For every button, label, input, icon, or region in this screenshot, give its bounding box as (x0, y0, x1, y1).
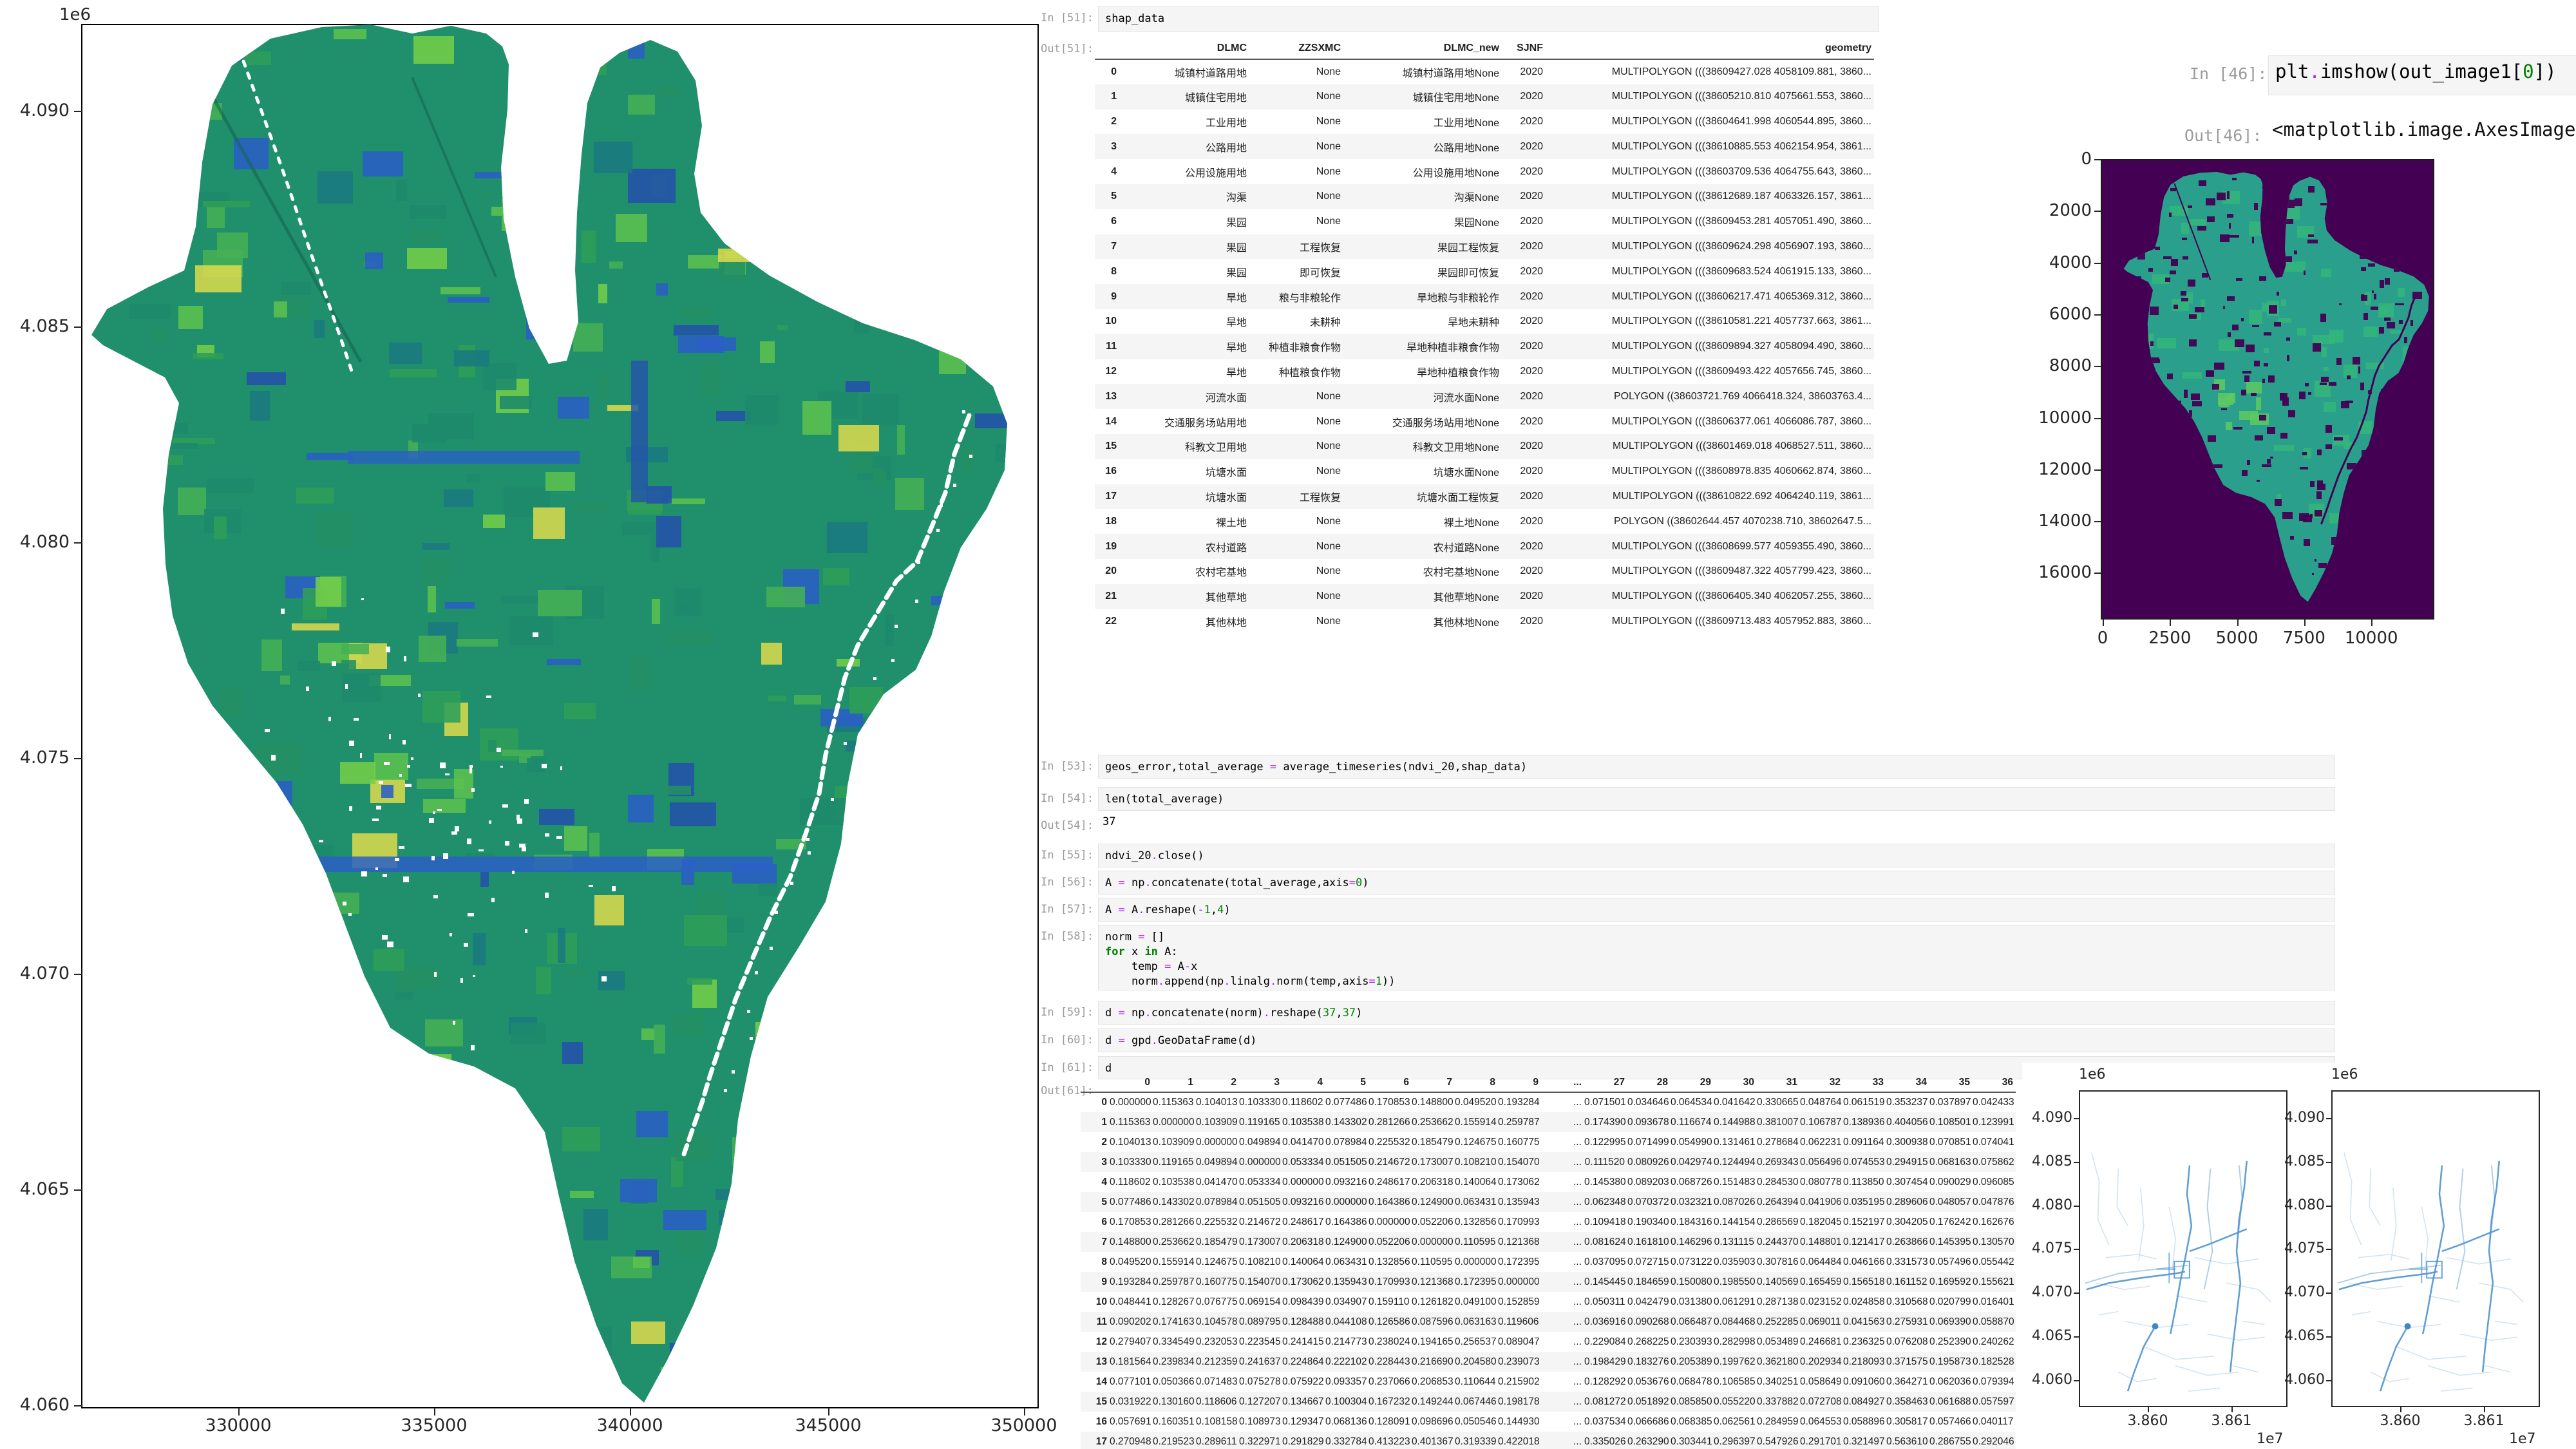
geo-plot-right-xtick-3.860: 3.860 (2371, 1413, 2429, 1429)
geo-plot-right-ytick-mark (2326, 1249, 2331, 1250)
geo-plot-left-ytick-mark (2074, 1380, 2079, 1381)
geo-plot-left-ytick-mark (2074, 1162, 2079, 1163)
geo-plot-left-roads (2080, 1092, 2286, 1406)
geo-plot-left-offset-y: 1e6 (2079, 1066, 2106, 1083)
geo-plot-right-offset-y: 1e6 (2331, 1066, 2358, 1083)
geo-plot-right-ytick-mark (2326, 1380, 2331, 1381)
geo-plot-right-ytick-4.090: 4.090 (2273, 1110, 2325, 1126)
geo-plot-left-ytick-4.070: 4.070 (2021, 1284, 2072, 1300)
geo-plot-right-ytick-mark (2326, 1293, 2331, 1294)
geo-plot-right-ytick-4.060: 4.060 (2273, 1372, 2325, 1388)
geo-plot-left-xtick-3.860: 3.860 (2119, 1413, 2177, 1429)
geo-plot-right-xtick-mark (2484, 1407, 2485, 1412)
geo-plot-right-xtick-mark (2400, 1407, 2401, 1412)
geo-plot-left-ytick-mark (2074, 1293, 2079, 1294)
geo-plot-left (2079, 1090, 2287, 1407)
geo-plot-left-ytick-4.065: 4.065 (2021, 1328, 2072, 1344)
geo-plot-left-dot (2152, 1323, 2159, 1330)
geo-plot-right-ytick-4.065: 4.065 (2273, 1328, 2325, 1344)
geo-plot-right-ytick-mark (2326, 1162, 2331, 1163)
geo-plot-right-ytick-mark (2326, 1206, 2331, 1207)
geo-plot-left-ytick-4.085: 4.085 (2021, 1153, 2072, 1170)
geo-plot-left-ytick-4.090: 4.090 (2021, 1110, 2072, 1126)
geo-plot-left-ytick-4.075: 4.075 (2021, 1240, 2072, 1256)
geo-plot-left-ytick-mark (2074, 1118, 2079, 1119)
jupyter-notebook-screenshot: 1e64.0904.0854.0804.0754.0704.0654.06033… (0, 0, 2576, 1449)
geo-plot-left-ytick-mark (2074, 1206, 2079, 1207)
geo-plot-left-ytick-mark (2074, 1249, 2079, 1250)
geo-plot-right-ytick-4.070: 4.070 (2273, 1284, 2325, 1300)
geo-plot-right-ytick-4.085: 4.085 (2273, 1153, 2325, 1170)
geo-plot-right-ytick-4.080: 4.080 (2273, 1197, 2325, 1213)
geo-plot-left-ytick-mark (2074, 1336, 2079, 1338)
geopandas-plots: 1e6 1e7 4.090 4.085 4.080 4.075 4.070 4.065 4.06… (0, 0, 2576, 1449)
geo-plot-right-dot (2405, 1323, 2411, 1330)
geo-plot-right-ytick-4.075: 4.075 (2273, 1240, 2325, 1256)
geo-plot-left-xtick-mark (2231, 1407, 2233, 1412)
geo-plot-left-xtick-3.861: 3.861 (2202, 1413, 2260, 1429)
geo-plot-right-ytick-mark (2326, 1336, 2331, 1338)
geo-plot-right (2331, 1090, 2540, 1407)
geo-plot-left-ytick-4.060: 4.060 (2021, 1372, 2072, 1388)
geo-plot-right-roads (2333, 1092, 2539, 1406)
geo-plot-right-ytick-mark (2326, 1118, 2331, 1119)
geo-plot-right-offset-x: 1e7 (2509, 1431, 2536, 1447)
geo-plot-left-offset-x: 1e7 (2257, 1431, 2284, 1447)
geo-plot-right-xtick-3.861: 3.861 (2455, 1413, 2513, 1429)
geo-plot-left-xtick-mark (2148, 1407, 2149, 1412)
geo-plot-left-ytick-4.080: 4.080 (2021, 1197, 2072, 1213)
